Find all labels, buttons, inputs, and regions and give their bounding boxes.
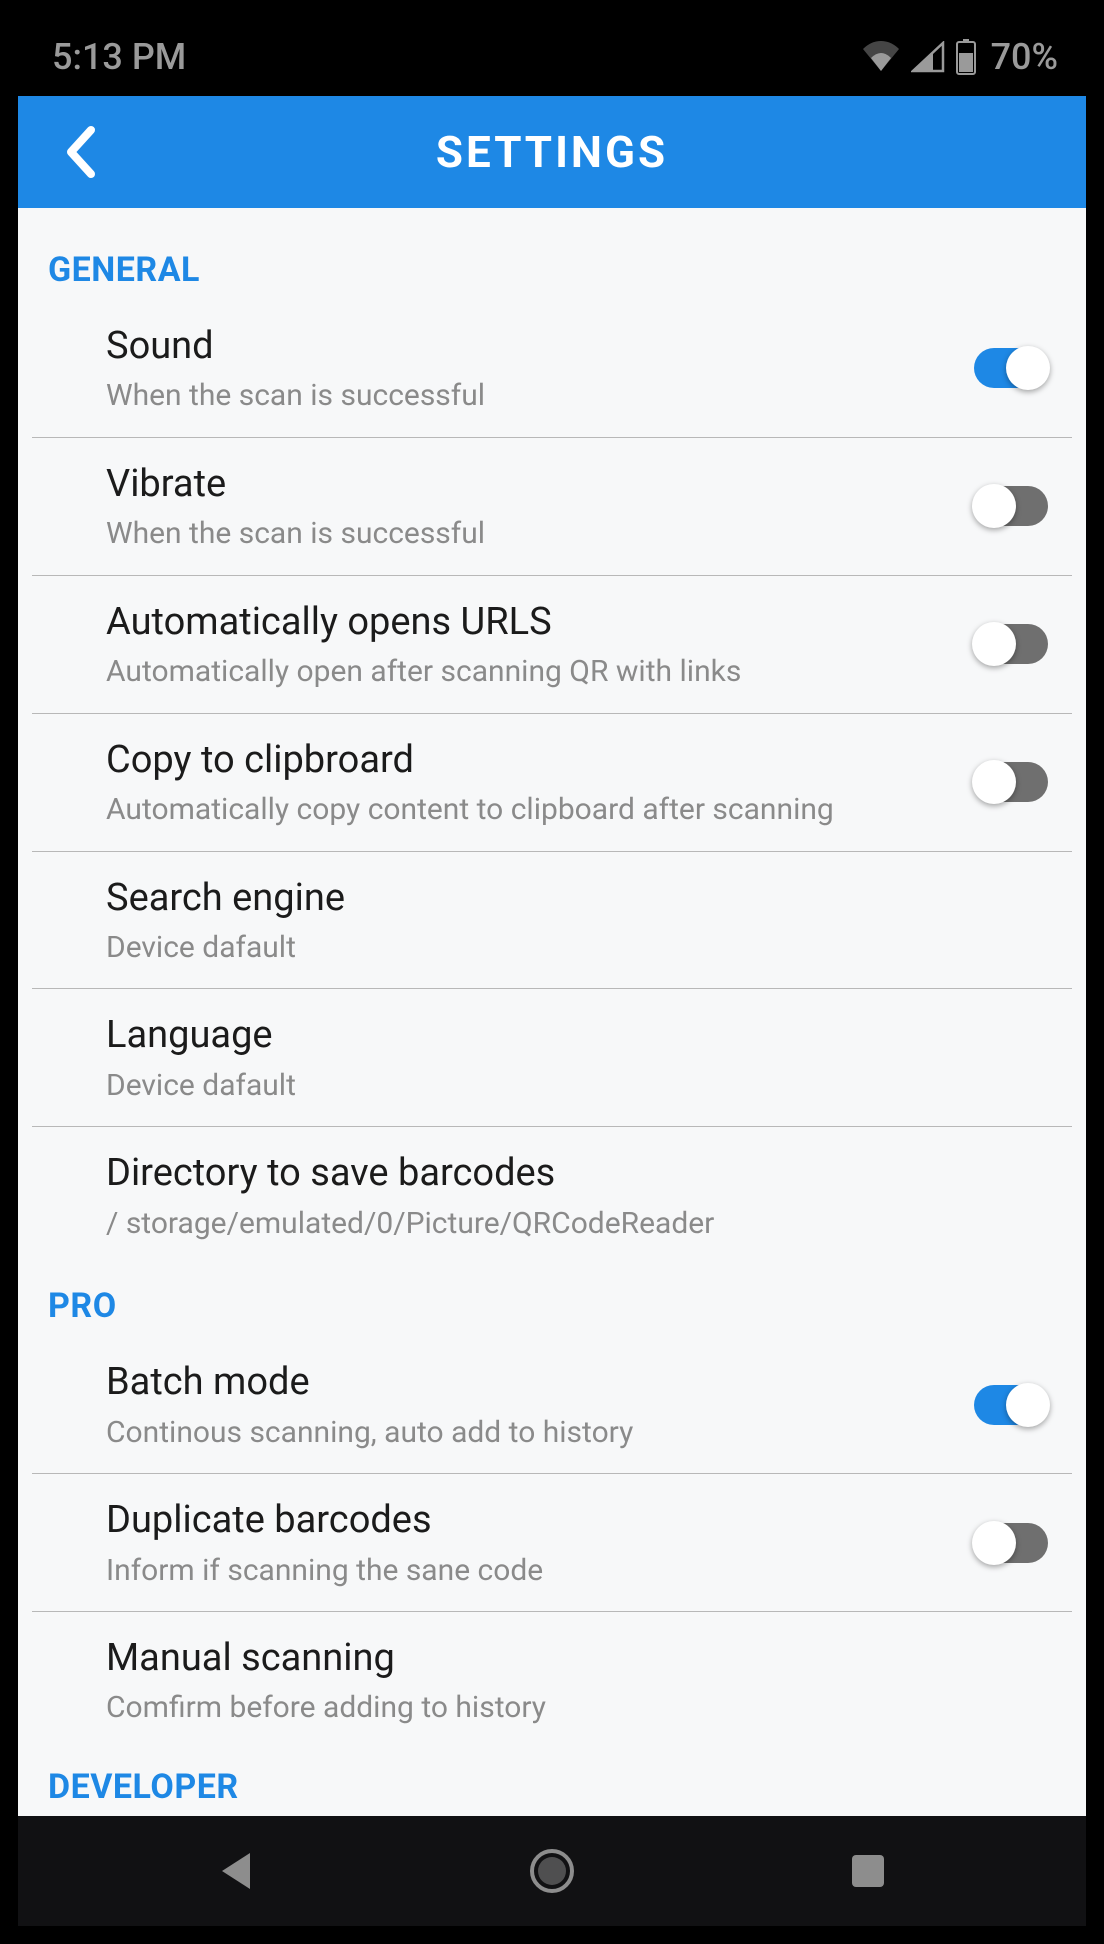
toggle-clipboard[interactable] bbox=[974, 762, 1048, 802]
setting-subtitle: When the scan is successful bbox=[106, 377, 954, 415]
setting-auto-urls[interactable]: Automatically opens URLS Automatically o… bbox=[32, 576, 1072, 714]
setting-vibrate[interactable]: Vibrate When the scan is successful bbox=[32, 438, 1072, 576]
chevron-left-icon bbox=[61, 124, 99, 180]
setting-subtitle: Device dafault bbox=[106, 929, 1028, 967]
toggle-knob bbox=[972, 1521, 1016, 1565]
setting-title: Language bbox=[106, 1011, 1028, 1060]
toggle-knob bbox=[972, 622, 1016, 666]
setting-subtitle: Comfirm before adding to history bbox=[106, 1689, 1028, 1727]
triangle-left-icon bbox=[216, 1849, 256, 1893]
section-header-pro: PRO bbox=[18, 1264, 1086, 1336]
setting-text: Automatically opens URLS Automatically o… bbox=[106, 598, 974, 691]
toggle-knob bbox=[972, 760, 1016, 804]
setting-duplicate-barcodes[interactable]: Duplicate barcodes Inform if scanning th… bbox=[32, 1474, 1072, 1612]
setting-text: Vibrate When the scan is successful bbox=[106, 460, 974, 553]
setting-subtitle: Device dafault bbox=[106, 1067, 1028, 1105]
setting-search-engine[interactable]: Search engine Device dafault bbox=[32, 852, 1072, 990]
toggle-auto-urls[interactable] bbox=[974, 624, 1048, 664]
toggle-batch[interactable] bbox=[974, 1385, 1048, 1425]
wifi-icon bbox=[861, 41, 901, 73]
setting-subtitle: Automatically copy content to clipboard … bbox=[106, 791, 954, 829]
status-bar: 5:13 PM 70% bbox=[18, 18, 1086, 96]
section-header-developer: DEVELOPER bbox=[18, 1749, 1086, 1816]
screen: 5:13 PM 70% SETTINGS GENERAL bbox=[18, 18, 1086, 1926]
setting-text: Manual scanning Comfirm before adding to… bbox=[106, 1634, 1048, 1727]
nav-back-button[interactable] bbox=[206, 1841, 266, 1901]
toggle-knob bbox=[972, 484, 1016, 528]
setting-text: Directory to save barcodes / storage/emu… bbox=[106, 1149, 1048, 1242]
toggle-knob bbox=[1006, 1383, 1050, 1427]
setting-text: Search engine Device dafault bbox=[106, 874, 1048, 967]
setting-title: Vibrate bbox=[106, 460, 954, 509]
setting-title: Directory to save barcodes bbox=[106, 1149, 1028, 1198]
toggle-knob bbox=[1006, 346, 1050, 390]
toggle-sound[interactable] bbox=[974, 348, 1048, 388]
status-time: 5:13 PM bbox=[52, 36, 186, 78]
setting-subtitle: / storage/emulated/0/Picture/QRCodeReade… bbox=[106, 1205, 1028, 1243]
cellular-icon bbox=[911, 41, 945, 73]
battery-icon bbox=[955, 39, 977, 75]
setting-language[interactable]: Language Device dafault bbox=[32, 989, 1072, 1127]
setting-title: Search engine bbox=[106, 874, 1028, 923]
nav-recent-button[interactable] bbox=[838, 1841, 898, 1901]
setting-text: Copy to clipbroard Automatically copy co… bbox=[106, 736, 974, 829]
setting-sound[interactable]: Sound When the scan is successful bbox=[32, 300, 1072, 438]
setting-text: Language Device dafault bbox=[106, 1011, 1048, 1104]
setting-title: Manual scanning bbox=[106, 1634, 1028, 1683]
setting-directory[interactable]: Directory to save barcodes / storage/emu… bbox=[32, 1127, 1072, 1264]
status-battery-percent: 70% bbox=[991, 36, 1058, 78]
section-header-general: GENERAL bbox=[18, 208, 1086, 300]
setting-title: Sound bbox=[106, 322, 954, 371]
setting-title: Batch mode bbox=[106, 1358, 954, 1407]
android-nav-bar bbox=[18, 1816, 1086, 1926]
toggle-duplicate[interactable] bbox=[974, 1523, 1048, 1563]
square-icon bbox=[849, 1852, 887, 1890]
page-title: SETTINGS bbox=[18, 126, 1086, 178]
setting-subtitle: Inform if scanning the sane code bbox=[106, 1552, 954, 1590]
settings-content[interactable]: GENERAL Sound When the scan is successfu… bbox=[18, 208, 1086, 1816]
setting-subtitle: Automatically open after scanning QR wit… bbox=[106, 653, 954, 691]
setting-title: Duplicate barcodes bbox=[106, 1496, 954, 1545]
nav-home-button[interactable] bbox=[522, 1841, 582, 1901]
app-bar: SETTINGS bbox=[18, 96, 1086, 208]
setting-subtitle: When the scan is successful bbox=[106, 515, 954, 553]
setting-subtitle: Continous scanning, auto add to history bbox=[106, 1414, 954, 1452]
setting-title: Copy to clipbroard bbox=[106, 736, 954, 785]
setting-manual-scanning[interactable]: Manual scanning Comfirm before adding to… bbox=[32, 1612, 1072, 1749]
setting-title: Automatically opens URLS bbox=[106, 598, 954, 647]
back-button[interactable] bbox=[50, 122, 110, 182]
setting-text: Batch mode Continous scanning, auto add … bbox=[106, 1358, 974, 1451]
setting-clipboard[interactable]: Copy to clipbroard Automatically copy co… bbox=[32, 714, 1072, 852]
device-frame: 5:13 PM 70% SETTINGS GENERAL bbox=[0, 0, 1104, 1944]
setting-text: Sound When the scan is successful bbox=[106, 322, 974, 415]
circle-icon bbox=[528, 1847, 576, 1895]
status-right: 70% bbox=[861, 36, 1058, 78]
status-icons bbox=[861, 39, 977, 75]
toggle-vibrate[interactable] bbox=[974, 486, 1048, 526]
setting-text: Duplicate barcodes Inform if scanning th… bbox=[106, 1496, 974, 1589]
setting-batch-mode[interactable]: Batch mode Continous scanning, auto add … bbox=[32, 1336, 1072, 1474]
